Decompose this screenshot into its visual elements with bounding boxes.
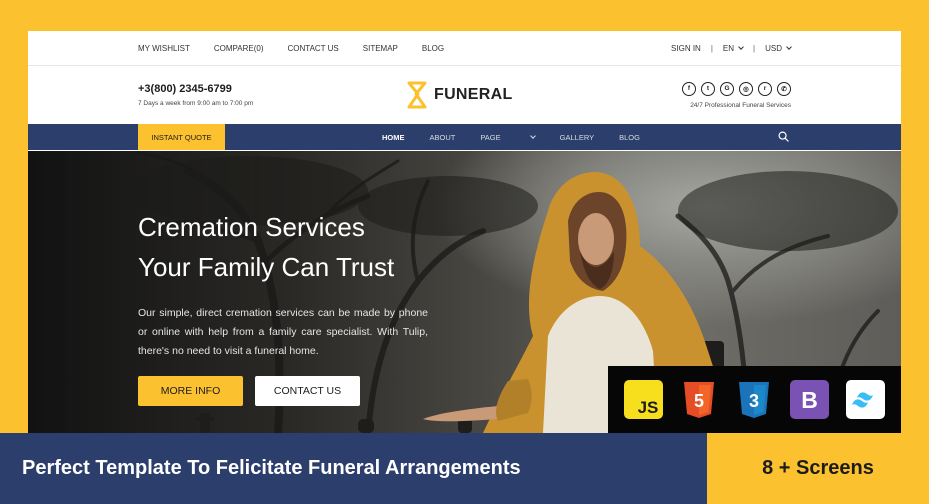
currency-select[interactable]: USD	[765, 43, 792, 53]
facebook-icon[interactable]: f	[682, 81, 696, 96]
instant-quote-button[interactable]: INSTANT QUOTE	[138, 124, 225, 150]
bootstrap-badge-text: B	[802, 387, 819, 413]
sign-in-link[interactable]: SIGN IN	[671, 44, 701, 53]
twitter-icon[interactable]: t	[701, 81, 715, 96]
currency-label: USD	[765, 43, 782, 53]
nav-item-page-label: PAGE	[480, 132, 501, 142]
screens-count-badge: 8 + Screens	[707, 433, 929, 504]
nav-item-home[interactable]: HOME	[382, 133, 405, 142]
css3-badge-text: 3	[749, 391, 759, 411]
contact-info: +3(800) 2345-6799 7 Days a week from 9:0…	[138, 83, 253, 107]
divider: |	[710, 43, 713, 53]
nav-item-about[interactable]: ABOUT	[430, 133, 456, 142]
contact-us-button[interactable]: CONTACT US	[255, 376, 360, 406]
contact-us-link[interactable]: CONTACT US	[288, 44, 339, 53]
nav-menu: HOME ABOUT PAGE GALLERY BLOG	[382, 124, 665, 150]
hero-title-line-1: Cremation Services	[138, 212, 365, 242]
hero-content: Cremation Services Your Family Can Trust…	[138, 207, 428, 361]
hero-description: Our simple, direct cremation services ca…	[138, 307, 428, 357]
tech-badges: JS 5 3 B	[608, 366, 901, 433]
divider: |	[753, 43, 756, 53]
compare-link[interactable]: COMPARE(0)	[214, 44, 264, 53]
nav-item-gallery[interactable]: GALLERY	[560, 133, 594, 142]
language-select[interactable]: EN	[722, 43, 744, 53]
nav-item-blog[interactable]: BLOG	[619, 133, 640, 142]
account-controls: SIGN IN | EN | USD	[671, 43, 792, 53]
search-icon[interactable]	[778, 131, 789, 142]
social-icons: f t G ◎ r ✆	[682, 81, 791, 96]
js-badge-text: JS	[638, 398, 659, 417]
top-bar: MY WISHLIST COMPARE(0) CONTACT US SITEMA…	[28, 31, 901, 66]
tailwind-icon	[845, 380, 885, 419]
blog-link[interactable]: BLOG	[422, 44, 444, 53]
html5-icon: 5	[680, 380, 719, 419]
javascript-icon: JS	[624, 380, 664, 419]
main-nav: INSTANT QUOTE HOME ABOUT PAGE GALLERY BL…	[28, 124, 901, 150]
service-tagline: 24/7 Professional Funeral Services	[690, 101, 791, 109]
social-block: f t G ◎ r ✆ 24/7 Professional Funeral Se…	[682, 81, 791, 109]
css3-icon: 3	[735, 380, 774, 419]
whatsapp-icon[interactable]: ✆	[777, 81, 791, 96]
logo-text: FUNERAL	[434, 86, 513, 103]
wishlist-link[interactable]: MY WISHLIST	[138, 44, 190, 53]
html5-badge-text: 5	[694, 391, 704, 411]
phone-number[interactable]: +3(800) 2345-6799	[138, 83, 253, 95]
opening-hours: 7 Days a week from 9:00 am to 7:00 pm	[138, 100, 254, 107]
logo-icon	[407, 81, 427, 109]
hero-title-line-2: Your Family Can Trust	[138, 252, 395, 282]
sitemap-link[interactable]: SITEMAP	[363, 44, 398, 53]
site-logo[interactable]: FUNERAL	[406, 80, 513, 110]
language-label: EN	[722, 43, 735, 53]
chevron-down-icon	[529, 132, 536, 139]
top-links: MY WISHLIST COMPARE(0) CONTACT US SITEMA…	[138, 44, 444, 53]
bottom-banner: Perfect Template To Felicitate Funeral A…	[0, 433, 707, 504]
site-header: +3(800) 2345-6799 7 Days a week from 9:0…	[28, 66, 901, 124]
more-info-button[interactable]: MORE INFO	[138, 376, 243, 406]
chevron-down-icon	[786, 43, 792, 50]
instagram-icon[interactable]: ◎	[739, 81, 753, 96]
reddit-icon[interactable]: r	[758, 81, 772, 96]
google-icon[interactable]: G	[720, 81, 734, 96]
chevron-down-icon	[738, 43, 744, 50]
bootstrap-icon: B	[790, 380, 830, 419]
nav-item-page[interactable]: PAGE	[480, 132, 536, 142]
banner-headline: Perfect Template To Felicitate Funeral A…	[22, 457, 521, 479]
